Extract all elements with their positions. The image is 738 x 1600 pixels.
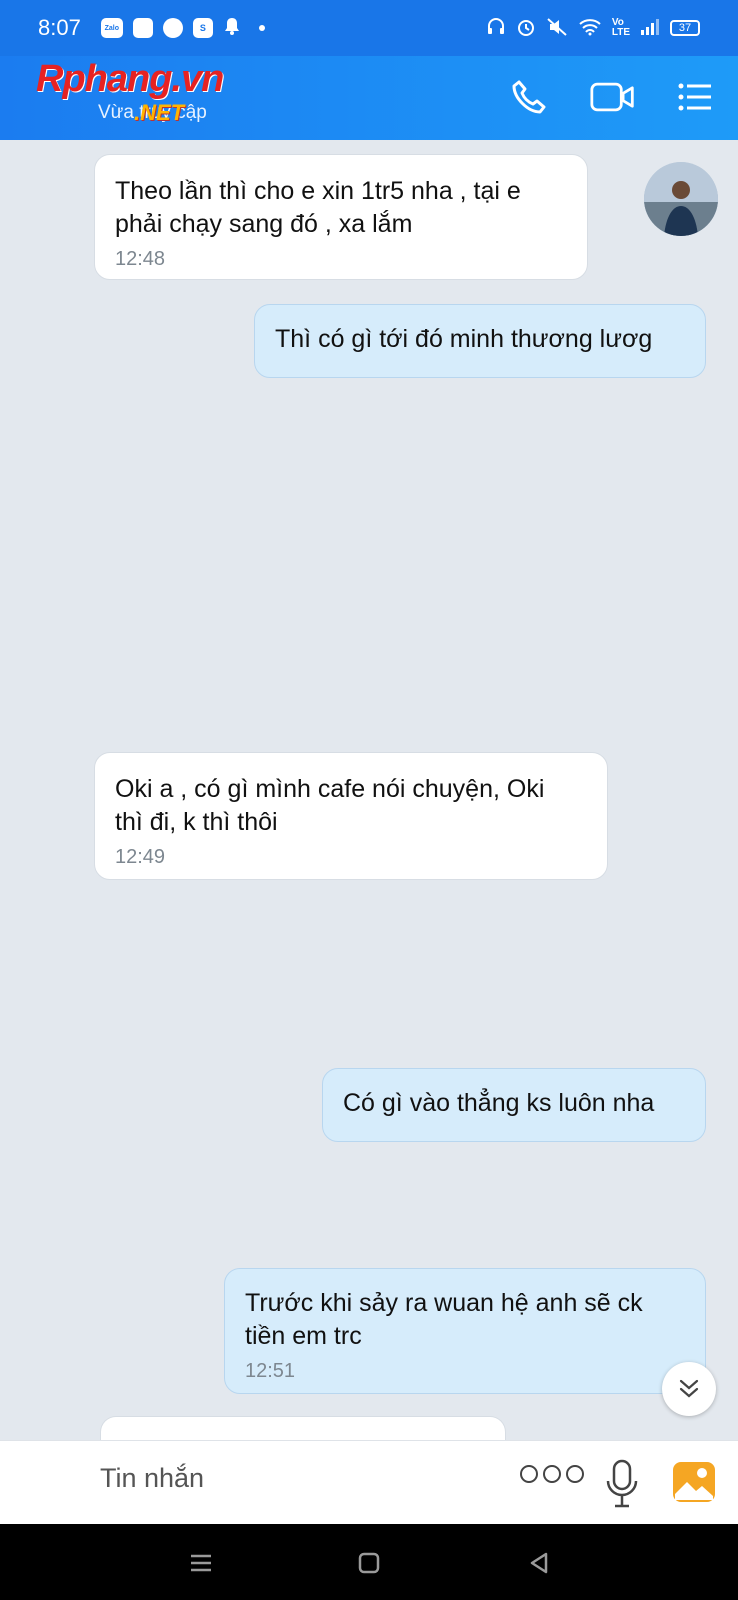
back-button[interactable] <box>524 1548 554 1578</box>
message-bubble-incoming[interactable]: Theo lần thì cho e xin 1tr5 nha , tại e … <box>94 154 588 280</box>
square-icon <box>358 1552 380 1574</box>
voice-message-button[interactable] <box>604 1459 640 1514</box>
message-input-bar: Tin nhắn <box>0 1440 738 1525</box>
message-bubble-outgoing[interactable]: Có gì vào thẳng ks luôn nha <box>322 1068 706 1142</box>
notification-icons: Zalo S <box>100 16 265 41</box>
messenger-icon <box>132 18 153 38</box>
message-text: Có gì vào thẳng ks luôn nha <box>343 1089 655 1117</box>
list-menu-icon <box>678 83 711 111</box>
status-indicators: Vo LTE 37 <box>486 17 700 40</box>
alarm-icon <box>516 17 536 40</box>
message-text: Oki a , có gì mình cafe nói chuyện, Oki … <box>115 775 545 836</box>
volte-icon: Vo LTE <box>611 17 630 38</box>
status-bar: 8:07 Zalo S Vo LTE 37 <box>0 0 738 56</box>
dot-icon <box>543 1465 561 1483</box>
message-bubble-outgoing[interactable]: Thì có gì tới đó minh thương lươg <box>254 304 706 378</box>
message-bubble-outgoing[interactable]: Trước khi sảy ra wuan hệ anh sẽ ck tiền … <box>224 1268 706 1394</box>
dot-icon <box>520 1465 538 1483</box>
home-button[interactable] <box>354 1548 384 1578</box>
send-image-button[interactable] <box>672 1461 716 1508</box>
double-chevron-down-icon <box>679 1379 699 1398</box>
watermark-net: .NET <box>134 100 185 125</box>
more-options-button[interactable] <box>520 1465 584 1483</box>
contact-avatar[interactable] <box>644 162 718 236</box>
recent-apps-button[interactable] <box>186 1548 216 1578</box>
message-text: Theo lần thì cho e xin 1tr5 nha , tại e … <box>115 177 521 238</box>
headset-icon <box>486 17 506 40</box>
mute-icon <box>546 17 568 40</box>
chat-menu-button[interactable] <box>672 74 718 120</box>
microphone-icon <box>606 1459 638 1508</box>
chat-header: Rphang.vn Vừa truy cập .NET <box>0 56 738 140</box>
bell-icon <box>223 16 241 41</box>
menu-lines-icon <box>191 1554 211 1572</box>
video-call-button[interactable] <box>590 74 636 120</box>
chat-icon <box>162 18 183 38</box>
phone-icon <box>512 80 546 114</box>
message-bubble-incoming[interactable]: Oki a , có gì mình cafe nói chuyện, Oki … <box>94 752 608 880</box>
more-notifications-dot <box>258 25 265 31</box>
message-time: 12:49 <box>115 846 166 868</box>
video-camera-icon <box>590 82 634 112</box>
dot-icon <box>566 1465 584 1483</box>
message-text: Thì có gì tới đó minh thương lươg <box>275 325 653 353</box>
message-text: Trước khi sảy ra wuan hệ anh sẽ ck tiền … <box>245 1289 643 1350</box>
battery-icon: 37 <box>670 20 700 36</box>
shopee-icon: S <box>192 18 213 38</box>
system-nav-bar <box>0 1524 738 1600</box>
message-time: 12:51 <box>245 1360 296 1382</box>
message-time: 12:48 <box>115 248 166 270</box>
zalo-icon: Zalo <box>100 18 123 38</box>
signal-icon <box>640 18 660 39</box>
status-time: 8:07 <box>38 15 81 40</box>
back-triangle-icon <box>530 1552 548 1574</box>
voice-call-button[interactable] <box>506 74 552 120</box>
watermark-logo: Rphang.vn <box>36 58 224 100</box>
scroll-to-bottom-button[interactable] <box>662 1362 716 1416</box>
message-input[interactable]: Tin nhắn <box>100 1463 204 1494</box>
image-icon <box>673 1462 715 1502</box>
wifi-icon <box>578 18 602 39</box>
